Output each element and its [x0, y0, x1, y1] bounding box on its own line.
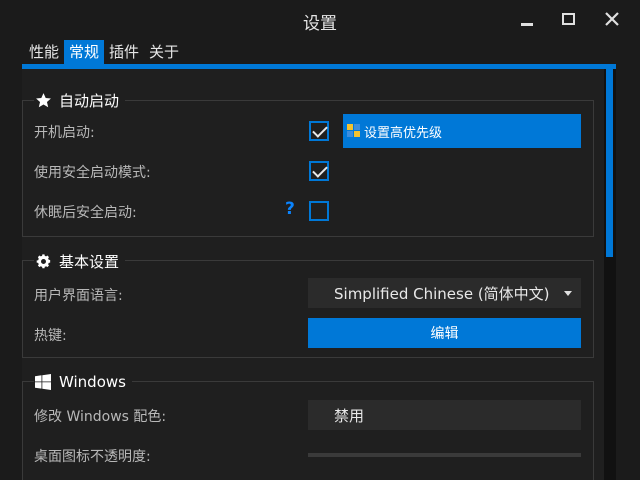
- autostart-title-text: 自动启动: [59, 92, 120, 110]
- after-sleep-label: 休眠后安全启动:: [34, 205, 137, 221]
- tab-general[interactable]: 常规: [64, 40, 105, 65]
- gear-icon: [34, 253, 52, 271]
- minimize-icon: [521, 22, 533, 26]
- ui-language-select[interactable]: Simplified Chinese (简体中文): [308, 278, 581, 308]
- shield-icon: [347, 124, 360, 137]
- boot-start-label: 开机启动:: [34, 125, 95, 141]
- scrollbar-thumb[interactable]: [606, 69, 613, 257]
- chevron-down-icon: [564, 291, 572, 296]
- hotkey-edit-button[interactable]: 编辑: [308, 318, 581, 348]
- help-icon[interactable]: ?: [285, 199, 295, 219]
- windows-color-select[interactable]: 禁用: [308, 400, 581, 430]
- hotkey-label: 热键:: [34, 328, 67, 344]
- star-icon: [34, 92, 52, 110]
- ui-language-label: 用户界面语言:: [34, 288, 123, 304]
- boot-start-checkbox[interactable]: [309, 121, 329, 141]
- close-button[interactable]: [600, 8, 624, 30]
- icon-opacity-label: 桌面图标不透明度:: [34, 449, 151, 465]
- after-sleep-checkbox[interactable]: [309, 201, 329, 221]
- autostart-group-title: 自动启动: [34, 90, 126, 111]
- maximize-button[interactable]: [556, 8, 580, 30]
- window-title: 设置: [303, 14, 337, 34]
- priority-button-label: 设置高优先级: [364, 125, 443, 141]
- maximize-icon: [561, 13, 575, 25]
- settings-panel: 自动启动 开机启动: 设置高优先级 使用安全启动模式: 休眠后安全启动: ? 基…: [22, 69, 604, 480]
- icon-opacity-slider[interactable]: [308, 453, 581, 457]
- tab-about[interactable]: 关于: [144, 40, 184, 65]
- set-high-priority-button[interactable]: 设置高优先级: [343, 114, 581, 148]
- title-bar: 设置: [0, 0, 640, 38]
- tab-bar: 性能 常规 插件 关于: [24, 40, 184, 65]
- safe-mode-checkbox[interactable]: [309, 161, 329, 181]
- windows-group-title: Windows: [34, 373, 132, 391]
- tab-plugins[interactable]: 插件: [104, 40, 144, 65]
- windows-color-value: 禁用: [334, 406, 365, 425]
- windows-color-label: 修改 Windows 配色:: [34, 409, 167, 425]
- tab-performance[interactable]: 性能: [24, 40, 64, 65]
- basic-group-title: 基本设置: [34, 251, 126, 272]
- windows-title-text: Windows: [59, 373, 126, 391]
- windows-logo-icon: [34, 373, 52, 391]
- scrollbar[interactable]: [604, 69, 616, 480]
- safe-mode-label: 使用安全启动模式:: [34, 165, 151, 181]
- ui-language-value: Simplified Chinese (简体中文): [334, 284, 550, 303]
- minimize-button[interactable]: [515, 8, 539, 30]
- basic-title-text: 基本设置: [59, 253, 120, 271]
- hotkey-edit-label: 编辑: [430, 326, 459, 342]
- close-icon: [605, 12, 619, 26]
